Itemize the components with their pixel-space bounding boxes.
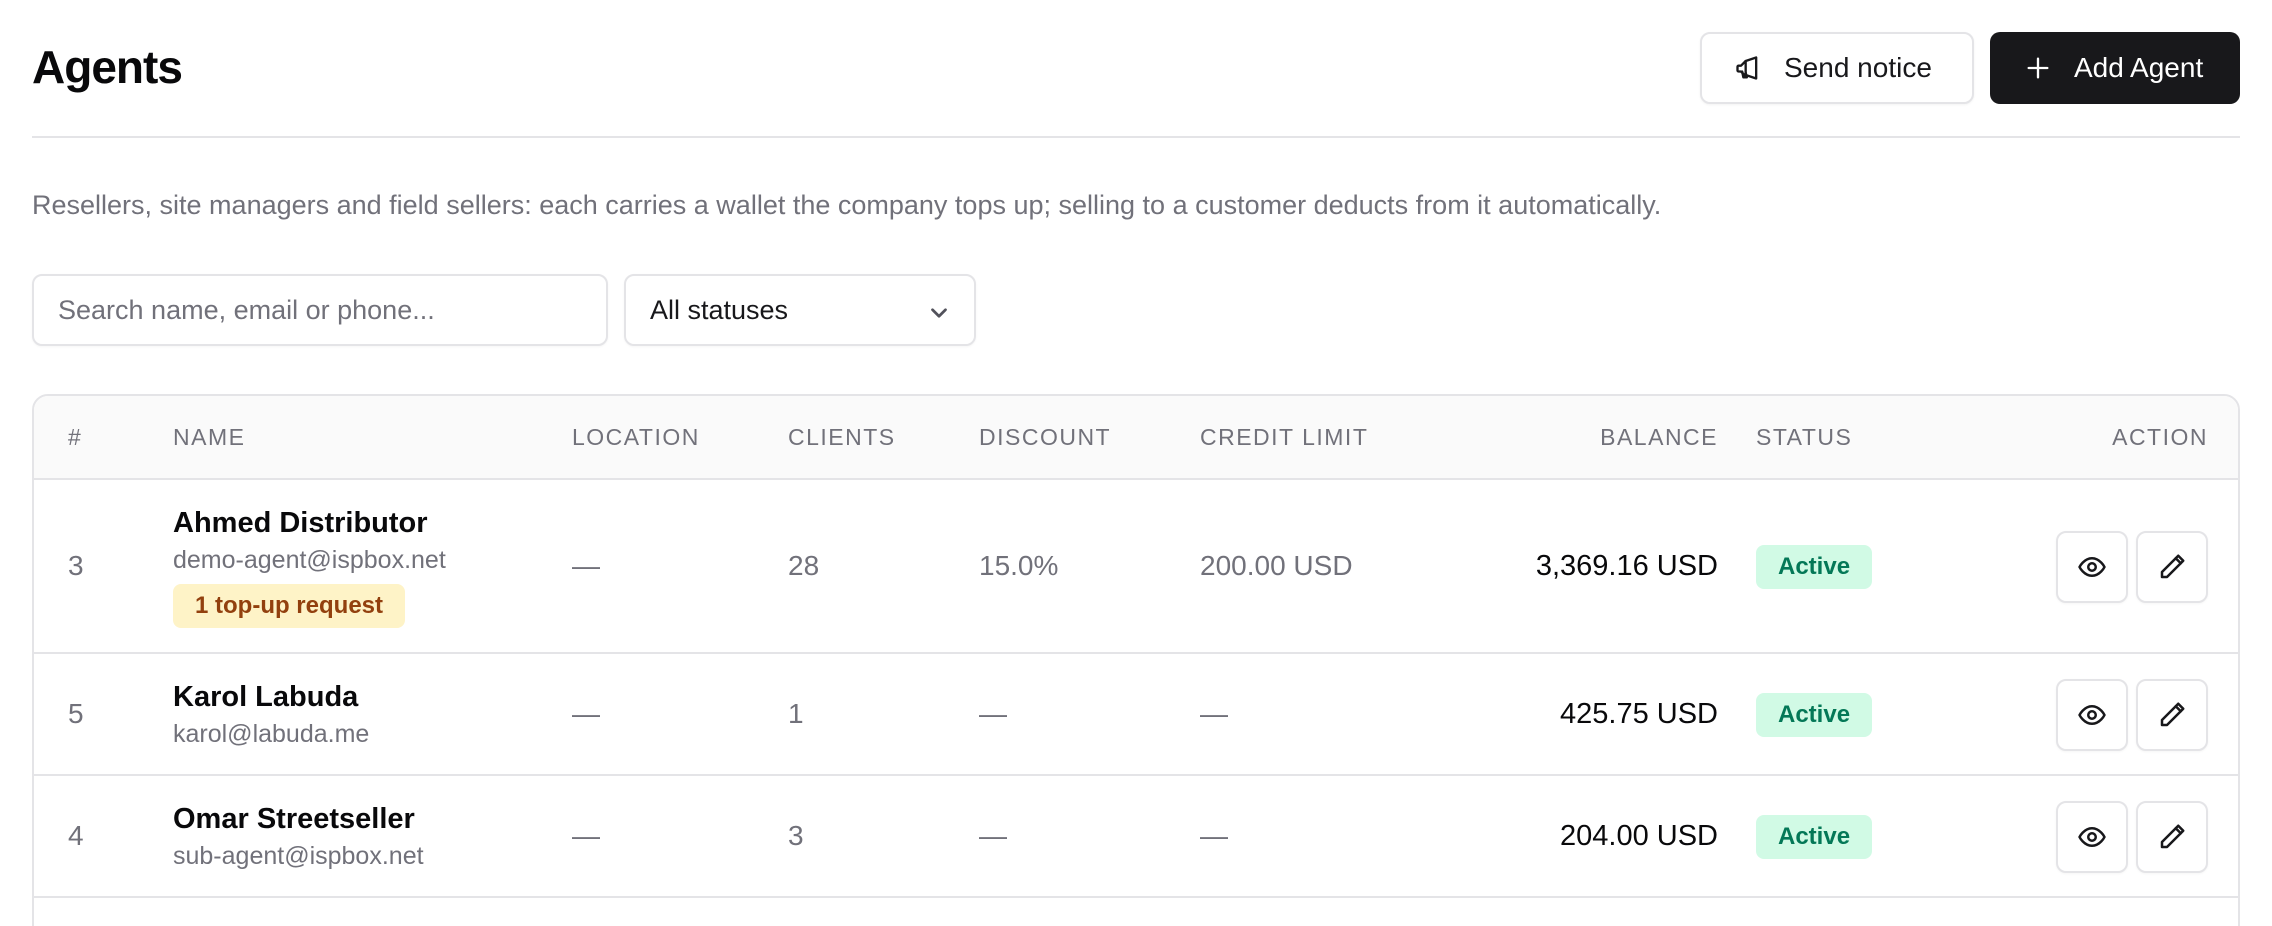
table-header: # NAME LOCATION CLIENTS DISCOUNT CREDIT … (34, 396, 2238, 480)
agent-clients: 3 (788, 820, 804, 851)
status-badge: Active (1756, 545, 1873, 589)
view-agent-button[interactable] (2056, 531, 2128, 603)
table-row: 3 Ahmed Distributor demo-agent@ispbox.ne… (34, 480, 2238, 654)
column-header-credit-limit: CREDIT LIMIT (1200, 424, 1369, 450)
column-header-name: NAME (173, 424, 246, 450)
agent-email: sub-agent@ispbox.net (173, 842, 424, 870)
plus-icon (2027, 57, 2049, 79)
page-header: Agents Send notice Add Agent (32, 32, 2240, 138)
agent-location: — (572, 550, 600, 581)
agent-credit-limit: — (1200, 698, 1228, 729)
view-agent-button[interactable] (2056, 801, 2128, 873)
edit-agent-button[interactable] (2136, 679, 2208, 751)
agent-discount: — (979, 820, 1007, 851)
top-up-request-badge[interactable]: 1 top-up request (173, 584, 406, 628)
agent-balance: 3,369.16 USD (1535, 550, 1718, 582)
search-input[interactable] (32, 274, 608, 346)
column-header-location: LOCATION (572, 424, 700, 450)
eye-icon (2078, 827, 2106, 847)
status-badge: Active (1756, 693, 1873, 737)
pencil-icon (2160, 702, 2185, 727)
send-notice-button[interactable]: Send notice (1700, 32, 1974, 104)
view-agent-button[interactable] (2056, 679, 2128, 751)
edit-agent-button[interactable] (2136, 531, 2208, 603)
agent-discount: — (979, 698, 1007, 729)
agent-credit-limit: 200.00 USD (1200, 550, 1353, 581)
chevron-down-icon (931, 308, 947, 318)
column-header-balance: BALANCE (1600, 424, 1718, 450)
agent-email: demo-agent@ispbox.net (173, 546, 446, 574)
eye-icon (2078, 705, 2106, 725)
row-number: 5 (68, 698, 84, 729)
agent-clients: 28 (788, 550, 820, 581)
row-number: 3 (68, 550, 84, 581)
pencil-icon (2160, 554, 2185, 579)
megaphone-icon (1736, 56, 1758, 80)
agent-name[interactable]: Omar Streetseller (173, 803, 415, 836)
column-header-action: ACTION (2112, 424, 2208, 450)
table-row: 5 Karol Labuda karol@labuda.me — 1 — — 4… (34, 654, 2238, 776)
agent-balance: 204.00 USD (1560, 820, 1718, 852)
agent-balance: 425.75 USD (1560, 698, 1718, 730)
add-agent-label: Add Agent (2074, 52, 2204, 83)
page-description: Resellers, site managers and field selle… (32, 190, 1662, 220)
eye-icon (2078, 557, 2106, 577)
edit-agent-button[interactable] (2136, 801, 2208, 873)
agent-clients: 1 (788, 698, 804, 729)
column-header-num: # (68, 424, 83, 450)
pencil-icon (2160, 824, 2185, 849)
table-row: 4 Omar Streetseller sub-agent@ispbox.net… (34, 776, 2238, 898)
agent-name[interactable]: Karol Labuda (173, 681, 358, 714)
agent-location: — (572, 820, 600, 851)
agents-table: # NAME LOCATION CLIENTS DISCOUNT CREDIT … (32, 394, 2240, 926)
status-badge: Active (1756, 815, 1873, 859)
agent-name[interactable]: Ahmed Distributor (173, 507, 428, 540)
agent-location: — (572, 698, 600, 729)
status-filter-value: All statuses (650, 294, 789, 325)
column-header-status: STATUS (1756, 424, 1853, 450)
row-number: 4 (68, 820, 84, 851)
page-title: Agents (32, 41, 183, 93)
column-header-clients: CLIENTS (788, 424, 896, 450)
agent-credit-limit: — (1200, 820, 1228, 851)
send-notice-label: Send notice (1784, 52, 1932, 83)
agent-email: karol@labuda.me (173, 720, 370, 748)
status-filter-select[interactable]: All statuses (624, 274, 976, 346)
column-header-discount: DISCOUNT (979, 424, 1112, 450)
add-agent-button[interactable]: Add Agent (1990, 32, 2240, 104)
agent-discount: 15.0% (979, 550, 1059, 581)
